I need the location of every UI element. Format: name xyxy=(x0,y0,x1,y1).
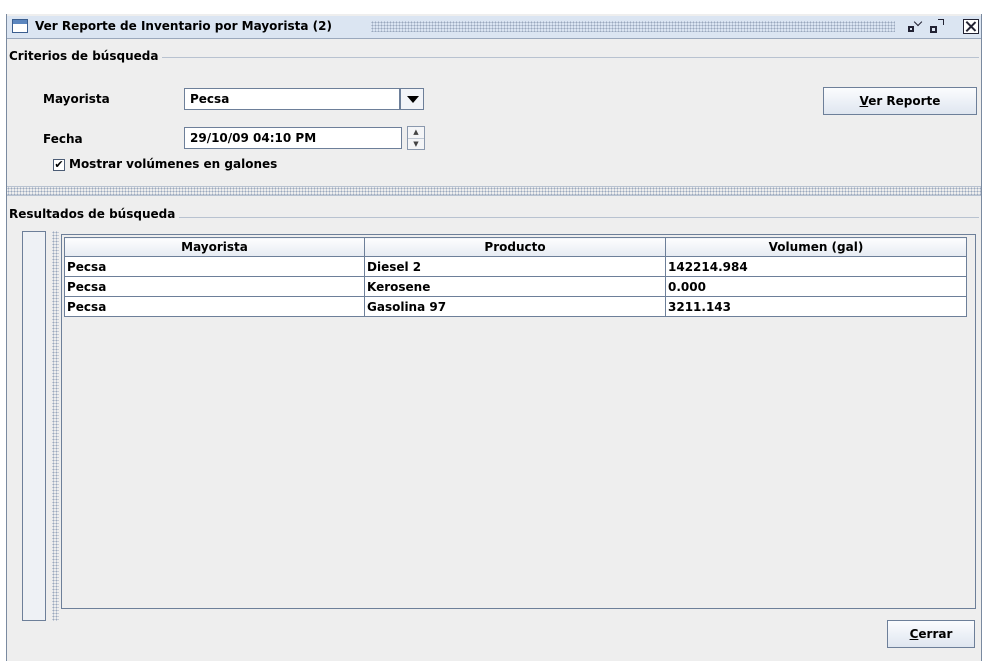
cell-volumen[interactable]: 142214.984 xyxy=(665,256,967,277)
ver-reporte-button-label: Ver Reporte xyxy=(859,94,941,108)
cell-producto[interactable]: Diesel 2 xyxy=(364,256,666,277)
fecha-label: Fecha xyxy=(43,132,83,146)
table-splitter-grip[interactable] xyxy=(52,231,59,621)
window-title: Ver Reporte de Inventario por Mayorista … xyxy=(35,19,336,33)
cell-mayorista[interactable]: Pecsa xyxy=(64,276,365,297)
mayorista-combo[interactable]: Pecsa xyxy=(184,88,400,110)
cell-mayorista[interactable]: Pecsa xyxy=(64,296,365,317)
column-header-mayorista[interactable]: Mayorista xyxy=(64,237,365,257)
table-header-row: Mayorista Producto Volumen (gal) xyxy=(64,237,967,257)
chevron-down-icon xyxy=(407,96,419,103)
results-table-scrollpane: Mayorista Producto Volumen (gal) Pecsa D… xyxy=(61,234,976,609)
spinner-up-icon[interactable]: ▲ xyxy=(408,127,424,139)
table-row[interactable]: Pecsa Diesel 2 142214.984 xyxy=(64,256,967,277)
cell-mayorista[interactable]: Pecsa xyxy=(64,256,365,277)
cell-producto[interactable]: Gasolina 97 xyxy=(364,296,666,317)
results-table[interactable]: Mayorista Producto Volumen (gal) Pecsa D… xyxy=(64,237,967,317)
title-bar[interactable]: Ver Reporte de Inventario por Mayorista … xyxy=(7,16,981,39)
fecha-input[interactable]: 29/10/09 04:10 PM xyxy=(184,127,402,149)
table-row[interactable]: Pecsa Kerosene 0.000 xyxy=(64,276,967,297)
fecha-spinner[interactable]: ▲ ▼ xyxy=(407,126,425,150)
results-group-title: Resultados de búsqueda xyxy=(9,207,180,221)
galones-checkbox-label: Mostrar volúmenes en galones xyxy=(69,157,278,171)
cell-volumen[interactable]: 3211.143 xyxy=(665,296,967,317)
ver-reporte-button[interactable]: Ver Reporte xyxy=(823,87,977,115)
maximize-icon[interactable] xyxy=(929,19,945,34)
cerrar-button[interactable]: Cerrar xyxy=(887,620,975,648)
criteria-group-title: Criterios de búsqueda xyxy=(9,49,163,63)
cerrar-button-label: Cerrar xyxy=(909,627,953,641)
window-icon xyxy=(12,19,28,33)
cell-producto[interactable]: Kerosene xyxy=(364,276,666,297)
spinner-down-icon[interactable]: ▼ xyxy=(408,139,424,150)
galones-checkbox[interactable]: ✔ xyxy=(53,159,65,171)
column-header-volumen[interactable]: Volumen (gal) xyxy=(665,237,967,257)
row-header-panel xyxy=(22,231,46,621)
title-bar-grip xyxy=(371,21,895,32)
minimize-icon[interactable] xyxy=(907,17,923,34)
cell-volumen[interactable]: 0.000 xyxy=(665,276,967,297)
table-row[interactable]: Pecsa Gasolina 97 3211.143 xyxy=(64,296,967,317)
report-window: Ver Reporte de Inventario por Mayorista … xyxy=(6,14,982,661)
split-pane-divider[interactable] xyxy=(7,186,981,196)
close-icon[interactable] xyxy=(963,19,979,34)
column-header-producto[interactable]: Producto xyxy=(364,237,666,257)
mayorista-label: Mayorista xyxy=(43,92,110,106)
mayorista-combo-button[interactable] xyxy=(400,88,424,110)
